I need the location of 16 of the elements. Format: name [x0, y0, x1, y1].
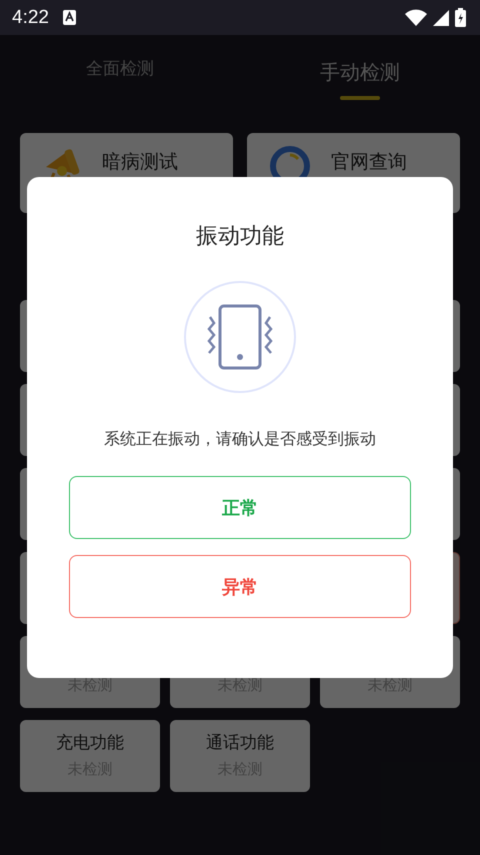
- normal-button[interactable]: 正常: [69, 476, 411, 539]
- test-label: 通话功能: [206, 732, 274, 754]
- shortcut-label: 官网查询: [331, 150, 407, 175]
- wifi-icon: [405, 9, 427, 26]
- tab[interactable]: 手动检测: [240, 35, 480, 115]
- dialog-title: 振动功能: [196, 223, 284, 251]
- vibrating-phone-icon: [184, 281, 296, 393]
- status-time: 4:22: [12, 6, 49, 28]
- tab[interactable]: 全面检测: [0, 35, 240, 115]
- battery-icon: [455, 8, 466, 27]
- shortcut-label: 暗病测试: [102, 150, 178, 175]
- dialog-message: 系统正在振动，请确认是否感受到振动: [104, 429, 376, 450]
- abnormal-button[interactable]: 异常: [69, 555, 411, 618]
- notification-icon: [62, 10, 76, 25]
- signal-icon: [433, 10, 449, 26]
- test-label: 充电功能: [56, 732, 124, 754]
